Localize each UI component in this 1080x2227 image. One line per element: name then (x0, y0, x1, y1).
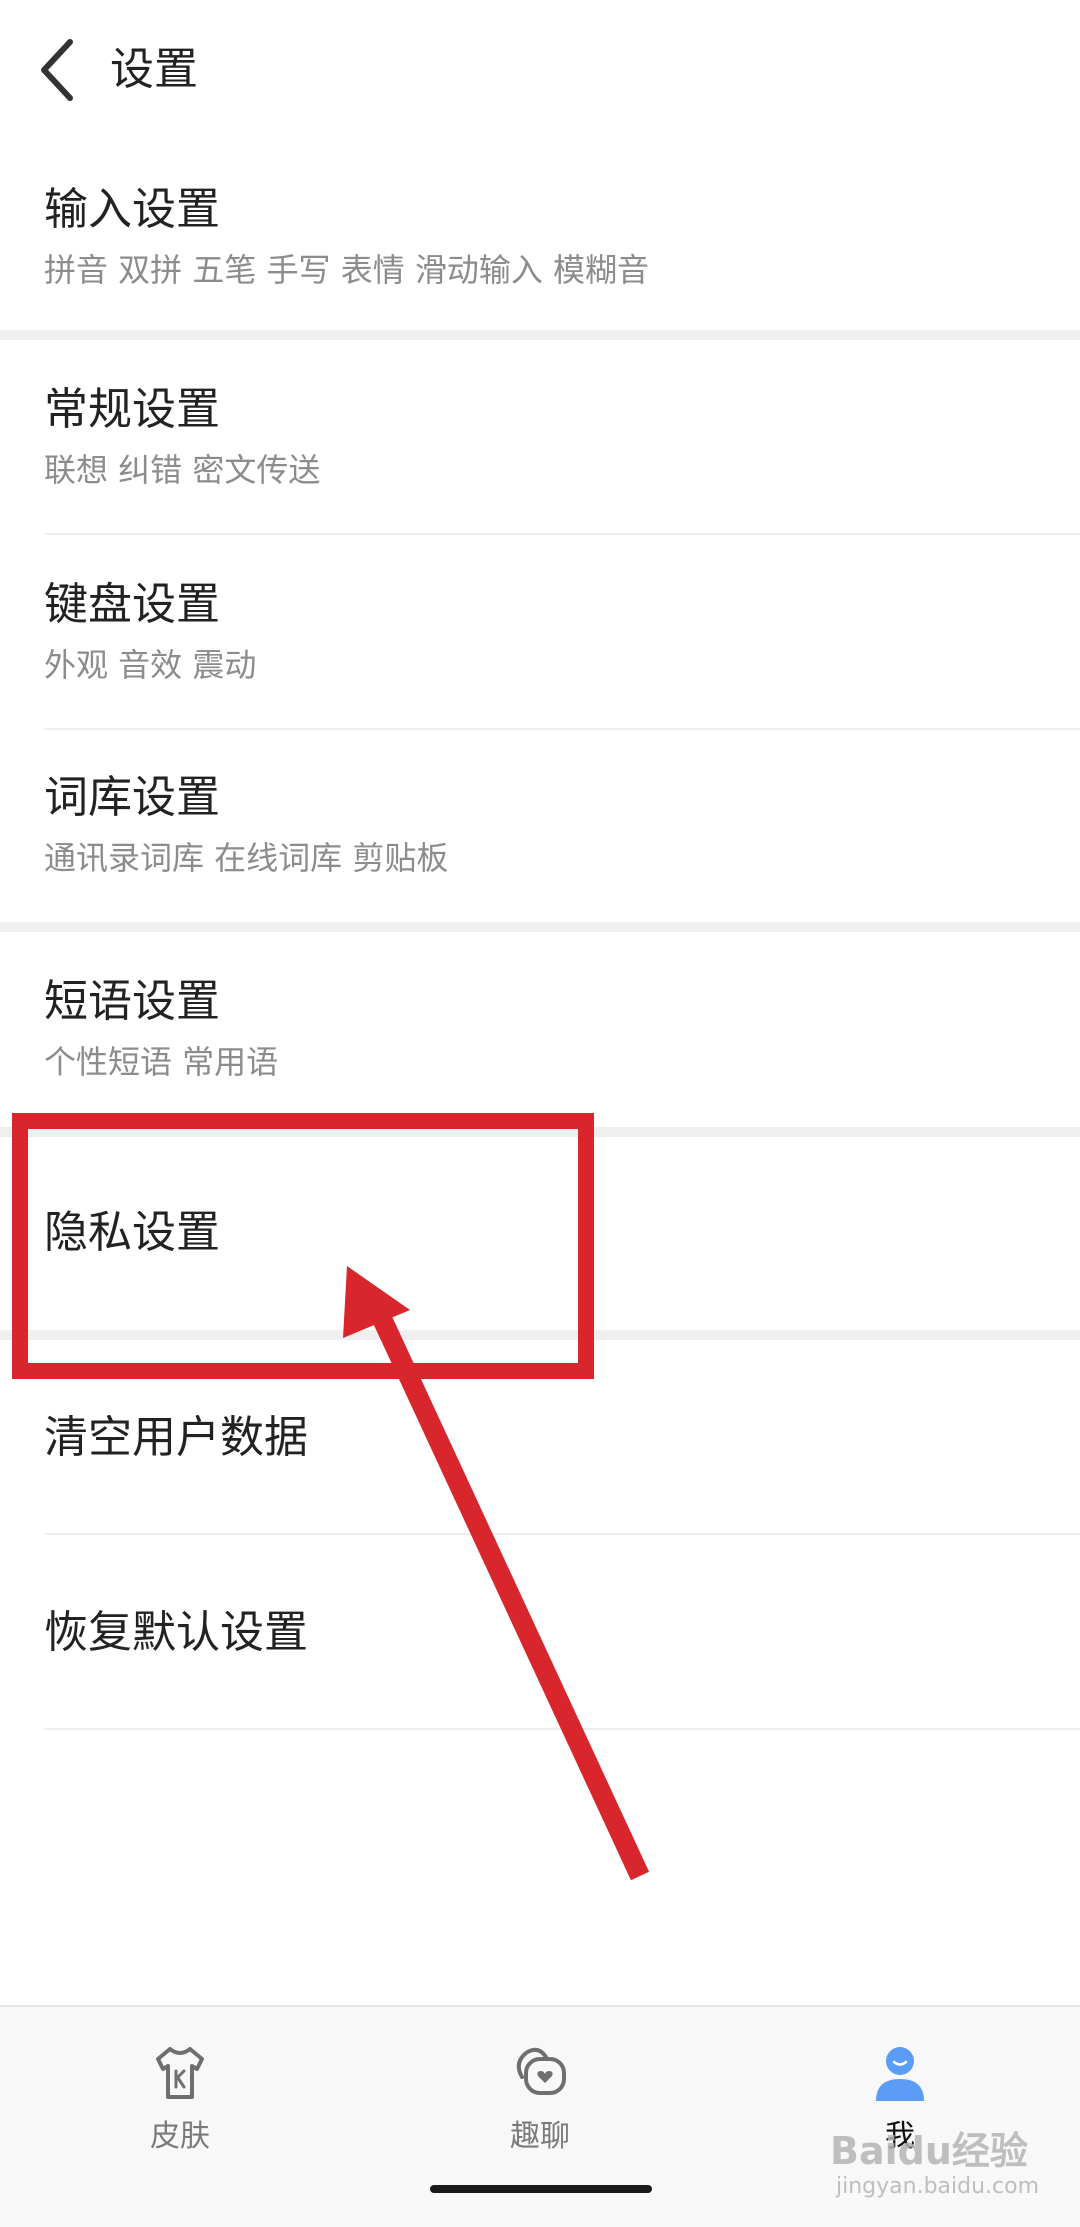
tab-skin-label: 皮肤 (150, 2119, 210, 2154)
keyboard-settings-title: 键盘设置 (44, 579, 220, 630)
clear-user-data-title: 清空用户数据 (44, 1412, 308, 1463)
restore-defaults-title: 恢复默认设置 (44, 1607, 308, 1658)
home-indicator (430, 2185, 652, 2193)
dictionary-settings-title: 词库设置 (44, 772, 220, 823)
keyboard-settings-item[interactable]: 键盘设置 外观 音效 震动 (0, 535, 1080, 728)
clear-user-data-item[interactable]: 清空用户数据 (0, 1340, 1080, 1533)
page-title: 设置 (110, 44, 198, 95)
phrase-settings-subtitle: 个性短语 常用语 (44, 1043, 279, 1081)
dictionary-settings-item[interactable]: 词库设置 通讯录词库 在线词库 剪贴板 (0, 730, 1080, 922)
section-divider (0, 330, 1080, 340)
tab-chat[interactable]: 趣聊 (440, 2037, 640, 2167)
privacy-settings-item[interactable]: 隐私设置 (0, 1137, 1080, 1330)
general-settings-item[interactable]: 常规设置 联想 纠错 密文传送 (0, 340, 1080, 533)
user-icon (876, 2047, 924, 2101)
section-divider (0, 1330, 1080, 1340)
tshirt-icon (156, 2047, 204, 2099)
watermark-logo: Baidu经验 (830, 2129, 1028, 2173)
restore-defaults-item[interactable]: 恢复默认设置 (0, 1535, 1080, 1728)
baidu-watermark: Baidu经验 jingyan.baidu.com (830, 2120, 1070, 2210)
phrase-settings-title: 短语设置 (44, 976, 220, 1027)
section-divider (0, 922, 1080, 932)
chat-heart-icon (516, 2047, 566, 2095)
privacy-settings-title: 隐私设置 (44, 1207, 220, 1258)
dictionary-settings-subtitle: 通讯录词库 在线词库 剪贴板 (44, 839, 449, 877)
back-button[interactable] (30, 30, 90, 110)
input-settings-item[interactable]: 输入设置 拼音 双拼 五笔 手写 表情 滑动输入 模糊音 (0, 160, 1080, 330)
general-settings-title: 常规设置 (44, 384, 220, 435)
chevron-left-icon (41, 39, 73, 101)
input-settings-subtitle: 拼音 双拼 五笔 手写 表情 滑动输入 模糊音 (44, 251, 650, 289)
tab-chat-label: 趣聊 (510, 2119, 570, 2154)
section-divider (0, 1127, 1080, 1137)
keyboard-settings-subtitle: 外观 音效 震动 (44, 646, 257, 684)
tab-skin[interactable]: 皮肤 (80, 2037, 280, 2167)
app-header: 设置 (0, 0, 1080, 140)
watermark-url: jingyan.baidu.com (836, 2174, 1040, 2199)
input-settings-title: 输入设置 (44, 184, 220, 235)
general-settings-subtitle: 联想 纠错 密文传送 (44, 451, 321, 489)
phrase-settings-item[interactable]: 短语设置 个性短语 常用语 (0, 932, 1080, 1127)
item-divider (44, 1728, 1080, 1730)
